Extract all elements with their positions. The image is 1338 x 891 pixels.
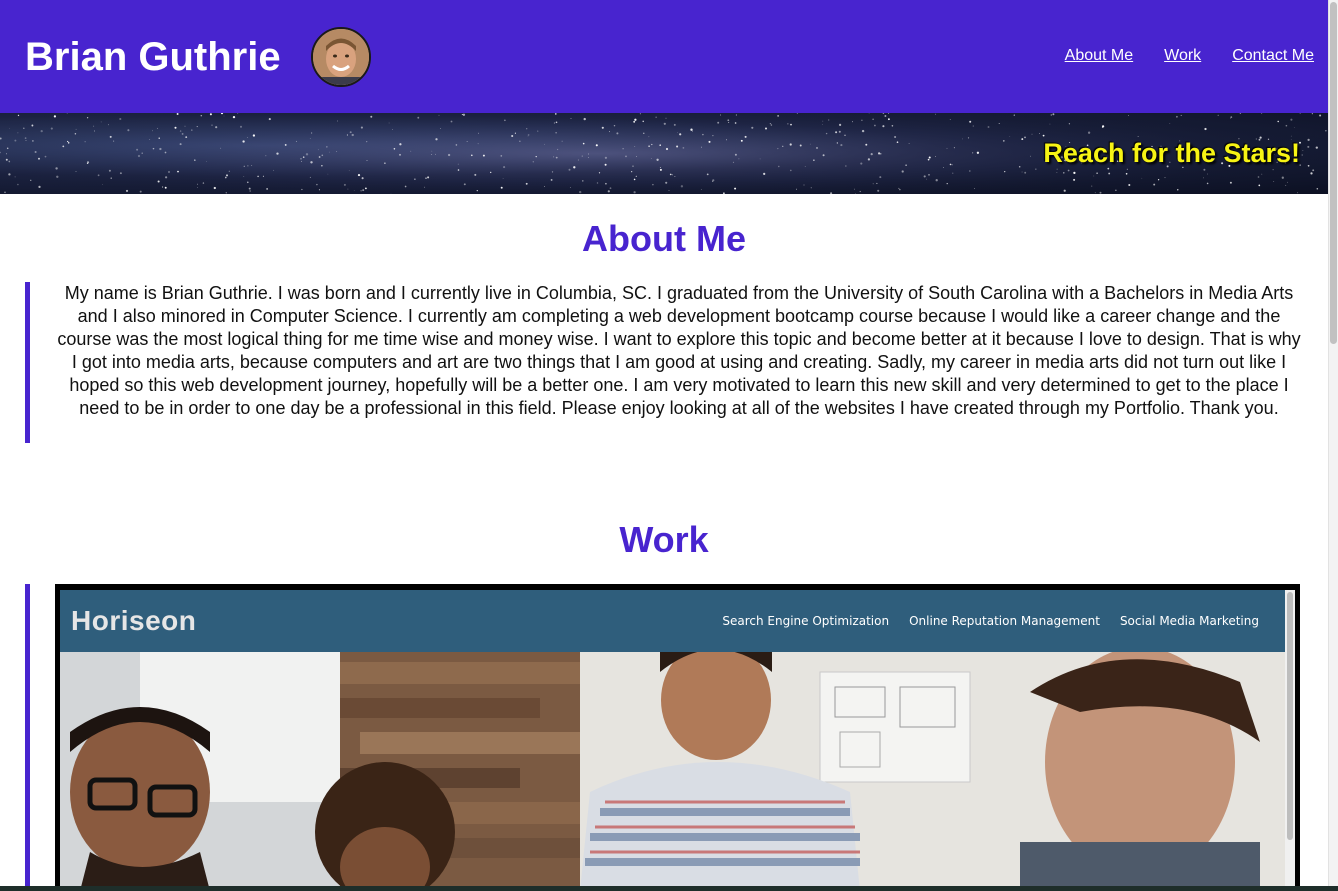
hero-banner: Reach for the Stars! <box>0 113 1328 194</box>
project-scrollbar-thumb <box>1287 592 1293 840</box>
about-me-text: My name is Brian Guthrie. I was born and… <box>57 283 1301 418</box>
project-nav: Search Engine Optimization Online Reputa… <box>722 613 1259 629</box>
main-nav: About Me Work Contact Me <box>1065 46 1314 66</box>
window-bottom-edge <box>0 886 1338 891</box>
project-screenshot: Horiseon Search Engine Optimization Onli… <box>60 590 1295 891</box>
about-me-section: My name is Brian Guthrie. I was born and… <box>25 282 1303 443</box>
work-heading: Work <box>619 519 709 560</box>
site-header: Brian Guthrie About Me Work Contact Me <box>0 0 1328 113</box>
nav-link-contact-me[interactable]: Contact Me <box>1232 46 1314 66</box>
project-header: Horiseon Search Engine Optimization Onli… <box>60 590 1285 652</box>
person-avatar-icon <box>311 27 371 87</box>
site-title: Brian Guthrie <box>25 35 281 79</box>
work-section-accent <box>25 584 30 891</box>
nav-link-work[interactable]: Work <box>1164 46 1201 66</box>
project-nav-item: Social Media Marketing <box>1119 614 1259 628</box>
project-hero-photo <box>60 652 1285 891</box>
project-card-horiseon[interactable]: Horiseon Search Engine Optimization Onli… <box>55 584 1300 891</box>
project-nav-item: Online Reputation Management <box>909 614 1100 628</box>
hero-tagline: Reach for the Stars! <box>1043 138 1300 168</box>
project-logo: Horiseon <box>71 605 197 636</box>
page-scrollbar-thumb[interactable] <box>1330 2 1337 344</box>
portfolio-page: Brian Guthrie About Me Work Contact Me R… <box>0 0 1338 891</box>
project-nav-item: Search Engine Optimization <box>722 614 890 628</box>
about-me-heading: About Me <box>582 218 746 259</box>
nav-link-about-me[interactable]: About Me <box>1065 46 1133 66</box>
